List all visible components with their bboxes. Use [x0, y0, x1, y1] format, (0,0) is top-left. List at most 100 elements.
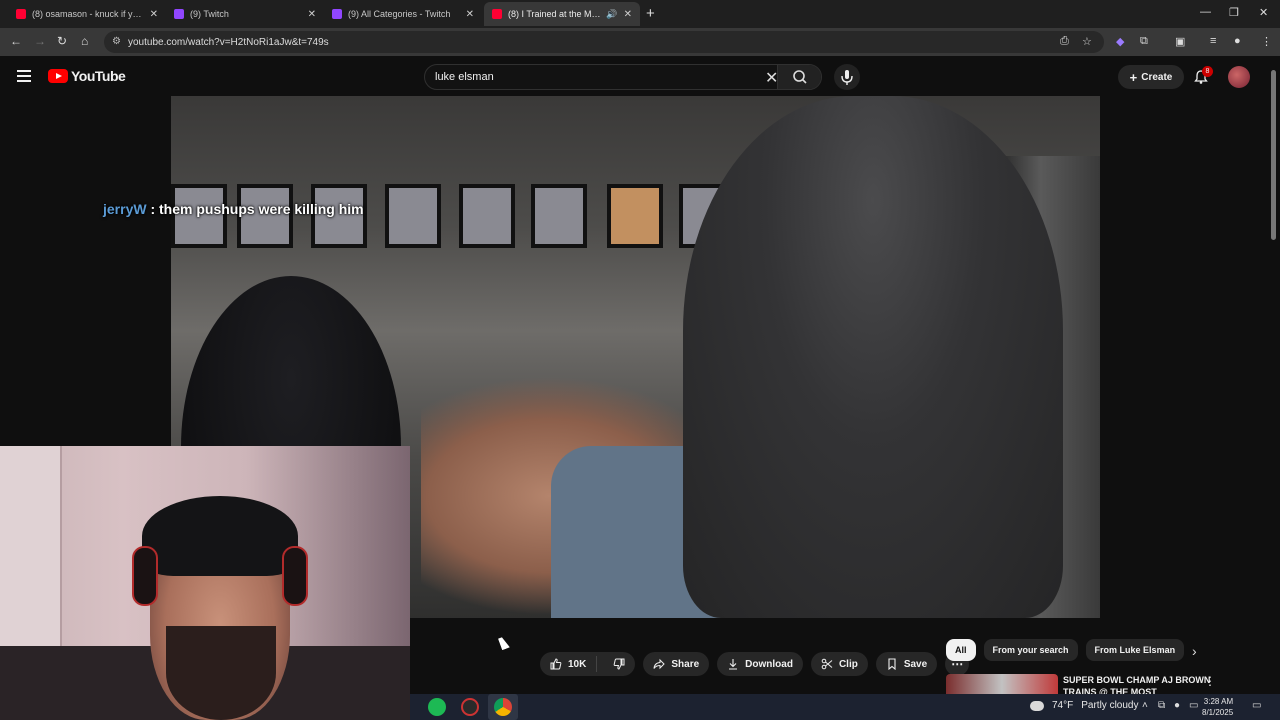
tray-chevron-up-icon[interactable]: ˄	[1142, 700, 1148, 711]
tab-title: (9) All Categories - Twitch	[348, 9, 451, 19]
create-button[interactable]: + Create	[1118, 65, 1184, 89]
thumbs-down-icon	[614, 658, 625, 670]
back-icon[interactable]: ←	[10, 34, 22, 48]
twitch-favicon-icon	[332, 9, 342, 19]
close-tab-icon[interactable]: ✕	[308, 9, 316, 20]
dislike-button[interactable]	[603, 658, 635, 670]
forward-icon[interactable]: →	[34, 34, 46, 48]
media-control-icon[interactable]: ≡	[1210, 35, 1216, 47]
chip-from-your-search[interactable]: From your search	[983, 639, 1078, 661]
search-icon	[793, 70, 807, 84]
stream-chat-message: jerryW : them pushups were killing him	[103, 201, 364, 217]
like-count: 10K	[568, 658, 587, 670]
reload-icon[interactable]: ↻	[57, 34, 67, 48]
page-scrollbar[interactable]	[1270, 60, 1278, 696]
minimize-icon[interactable]: —	[1200, 6, 1211, 18]
weather-widget[interactable]: 74°F Partly cloudy	[1030, 700, 1138, 711]
close-tab-icon[interactable]: ✕	[624, 9, 632, 20]
chrome-icon[interactable]	[494, 698, 512, 716]
streamer-beanie	[142, 496, 298, 576]
close-tab-icon[interactable]: ✕	[466, 9, 474, 20]
scissors-icon	[821, 658, 833, 670]
close-tab-icon[interactable]: ✕	[150, 9, 158, 20]
browser-tab-active[interactable]: (8) I Trained at the Most Da 🔊 ✕	[484, 2, 640, 26]
clip-label: Clip	[838, 658, 858, 670]
download-label: Download	[745, 658, 793, 670]
notification-center-icon[interactable]: ▭	[1252, 700, 1261, 711]
bookmark-star-icon[interactable]: ☆	[1082, 35, 1092, 48]
webcam-overlay	[0, 446, 410, 720]
tab-title: (8) I Trained at the Most Da	[508, 9, 603, 19]
menu-icon[interactable]	[17, 70, 31, 85]
network-icon[interactable]: ▭	[1189, 700, 1198, 711]
thumbs-up-icon	[550, 658, 562, 670]
address-bar[interactable]: ⚙ youtube.com/watch?v=H2tNoRi1aJw&t=749s	[104, 31, 1104, 53]
share-button[interactable]: Share	[643, 652, 710, 676]
like-button[interactable]: 10K	[540, 656, 598, 672]
extensions-puzzle-icon[interactable]: ⧉	[1140, 35, 1148, 48]
youtube-logo[interactable]: YouTube	[48, 68, 126, 84]
headset-right	[282, 546, 308, 606]
search-box: ✕	[424, 64, 822, 90]
windows-taskbar: 74°F Partly cloudy ˄ ⧉ ● ▭ 3:28 AM 8/1/2…	[410, 694, 1280, 720]
youtube-favicon-icon	[492, 9, 502, 19]
tab-title: (9) Twitch	[190, 9, 229, 19]
browser-toolbar: ← → ↻ ⌂ ⚙ youtube.com/watch?v=H2tNoRi1aJ…	[0, 28, 1280, 56]
new-tab-icon[interactable]: +	[646, 5, 655, 22]
restore-icon[interactable]: ❐	[1229, 6, 1239, 19]
account-avatar[interactable]	[1228, 66, 1250, 88]
chip-from-luke-elsman[interactable]: From Luke Elsman	[1085, 639, 1185, 661]
clock-time: 3:28 AM	[1203, 697, 1234, 706]
mouse-cursor	[498, 635, 510, 651]
profile-icon[interactable]: ●	[1234, 35, 1241, 47]
save-button[interactable]: Save	[875, 652, 938, 676]
extension-icon[interactable]: ◆	[1116, 35, 1124, 48]
clock-date: 8/1/2025	[1202, 708, 1234, 717]
tray-app-icon[interactable]: ⧉	[1158, 700, 1165, 711]
weather-condition: Partly cloudy	[1081, 700, 1139, 711]
browser-menu-icon[interactable]: ⋮	[1261, 35, 1272, 48]
audio-playing-icon[interactable]: 🔊	[606, 9, 617, 20]
share-label: Share	[671, 658, 700, 670]
youtube-logo-text: YouTube	[71, 68, 126, 84]
download-button[interactable]: Download	[717, 652, 803, 676]
browser-tab[interactable]: (9) Twitch ✕	[166, 2, 324, 26]
partly-cloudy-icon	[1030, 700, 1044, 711]
chip-all[interactable]: All	[946, 639, 976, 661]
search-button[interactable]	[777, 65, 821, 89]
chat-username: jerryW	[103, 201, 147, 217]
headset-left	[132, 546, 158, 606]
system-clock[interactable]: 3:28 AM 8/1/2025	[1202, 696, 1233, 718]
tab-title: (8) osamason - knuck if you bu	[32, 9, 144, 19]
video-actions: 10K Share Download Clip Save ⋯	[540, 652, 970, 676]
youtube-header: YouTube ✕ + Create	[0, 56, 1280, 96]
plus-icon: +	[1129, 69, 1138, 85]
home-icon[interactable]: ⌂	[81, 34, 88, 48]
site-info-icon[interactable]: ⚙	[112, 36, 121, 47]
save-bookmark-icon	[888, 658, 896, 670]
search-input[interactable]	[425, 71, 755, 83]
scrollbar-thumb[interactable]	[1271, 70, 1276, 240]
recording-app-icon[interactable]	[461, 698, 479, 716]
url-text: youtube.com/watch?v=H2tNoRi1aJw&t=749s	[128, 36, 329, 48]
create-label: Create	[1141, 71, 1173, 83]
split-view-icon[interactable]: ▣	[1175, 35, 1185, 48]
screen: (8) osamason - knuck if you bu ✕ (9) Twi…	[0, 0, 1280, 720]
clip-button[interactable]: Clip	[810, 652, 868, 676]
microphone-icon	[841, 70, 853, 85]
chat-text: : them pushups were killing him	[146, 201, 364, 217]
related-filter-chips: All From your search From Luke Elsman	[946, 639, 1185, 661]
temperature: 74°F	[1052, 700, 1074, 711]
spotify-icon[interactable]	[428, 698, 446, 716]
chevron-right-icon[interactable]: ›	[1192, 643, 1197, 659]
twitch-favicon-icon	[174, 9, 184, 19]
browser-tab[interactable]: (9) All Categories - Twitch ✕	[324, 2, 482, 26]
youtube-favicon-icon	[16, 9, 26, 19]
youtube-play-icon	[48, 69, 68, 83]
close-window-icon[interactable]: ✕	[1259, 6, 1268, 19]
install-app-icon[interactable]: ⎙	[1060, 35, 1069, 48]
voice-search-button[interactable]	[834, 64, 860, 90]
browser-tab[interactable]: (8) osamason - knuck if you bu ✕	[8, 2, 166, 26]
microphone-tray-icon[interactable]: ●	[1174, 700, 1180, 711]
kebab-menu-icon[interactable]: ⋮	[1204, 674, 1216, 688]
